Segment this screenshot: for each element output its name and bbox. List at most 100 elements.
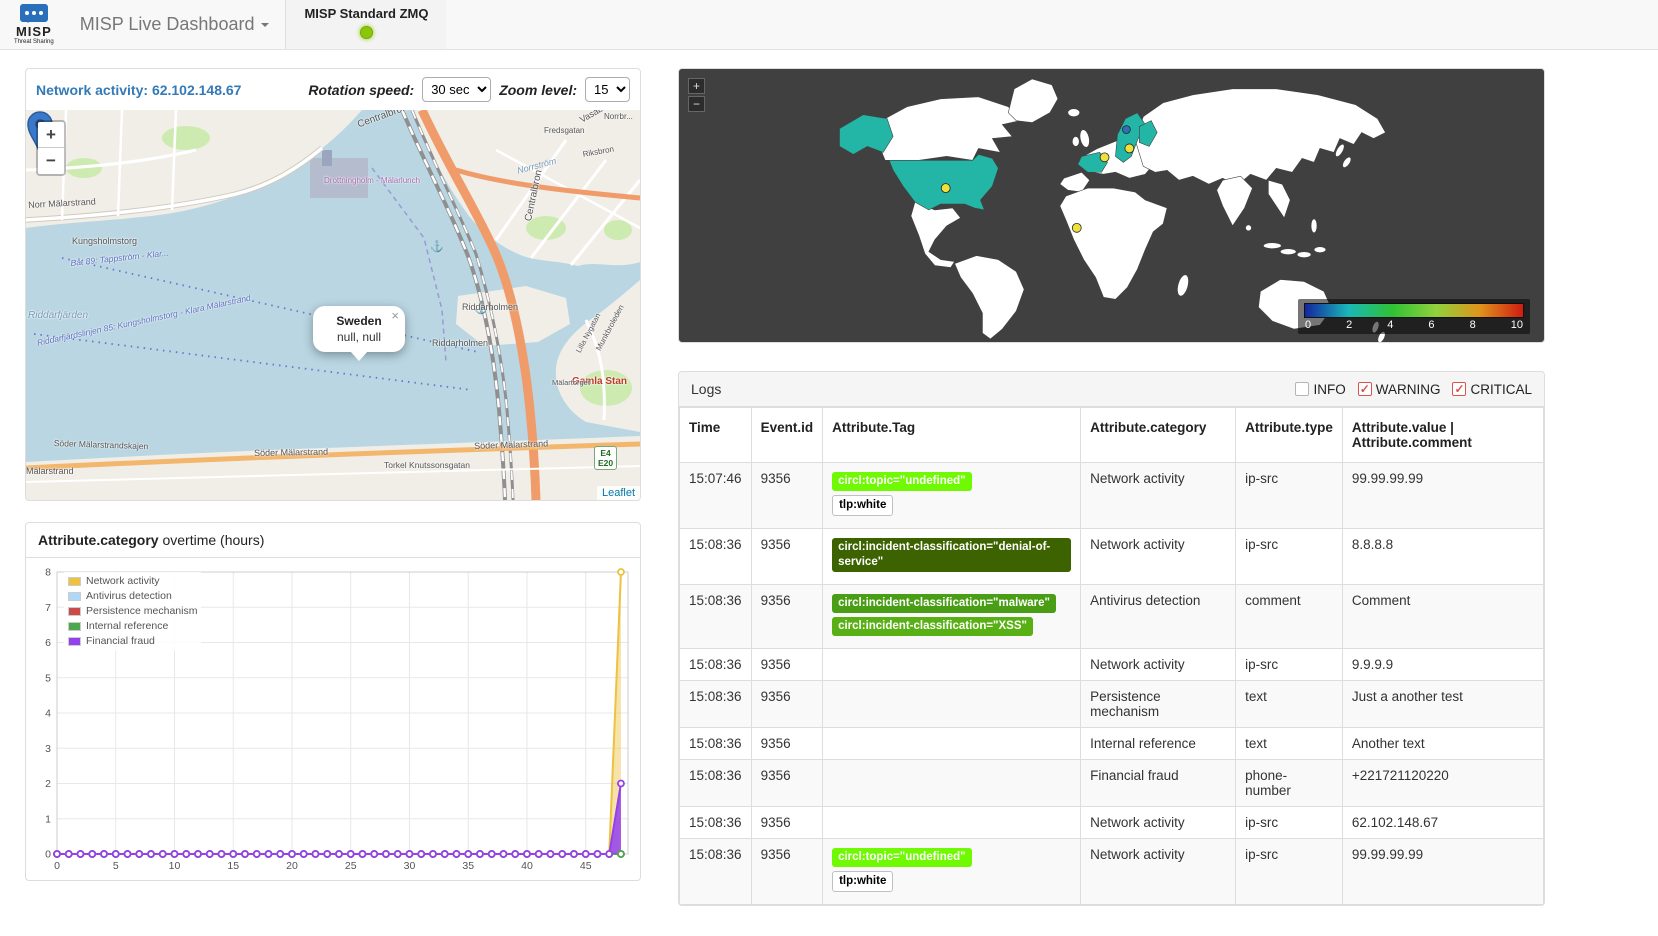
world-zoom-in-button[interactable]: + [688,78,705,94]
cell-tags [823,680,1081,727]
cell-category: Persistence mechanism [1081,680,1236,727]
legend-tick: 4 [1387,319,1393,331]
table-row: 15:08:369356Network activityip-src9.9.9.… [680,648,1544,680]
cell-tags [823,806,1081,838]
legend-entry: Antivirus detection [68,589,197,604]
cell-type: ip-src [1236,463,1343,529]
logs-table: TimeEvent.idAttribute.TagAttribute.categ… [679,407,1544,905]
map-label: Fredsgatan [544,126,584,135]
cell-tags: circl:topic="undefined"tlp:white [823,463,1081,529]
svg-text:20: 20 [286,860,298,872]
zoom-level-select[interactable]: 15 [585,77,630,102]
table-row: 15:08:369356Internal referencetextAnothe… [680,727,1544,759]
cell-value: 62.102.148.67 [1342,806,1543,838]
svg-text:30: 30 [404,860,416,872]
checkbox-unchecked-icon[interactable] [1295,382,1309,396]
popup-close-icon[interactable]: × [391,308,399,323]
rotation-speed-select[interactable]: 30 sec [422,77,491,102]
logs-panel: Logs INFO✓WARNING✓CRITICAL TimeEvent.idA… [678,371,1545,906]
legend-swatch [68,577,81,586]
cell-time: 15:08:36 [680,680,752,727]
cell-type: ip-src [1236,648,1343,680]
main-content: Network activity: 62.102.148.67 Rotation… [0,50,1658,906]
cell-type: phone-number [1236,759,1343,806]
cell-event-id: 9356 [751,648,823,680]
road-badge-e4-e20: E4 E20 [594,446,617,470]
legend-tick: 6 [1428,319,1434,331]
leaflet-attribution[interactable]: Leaflet [597,486,640,500]
dashboard-menu[interactable]: MISP Live Dashboard [64,0,286,49]
checkbox-checked-icon[interactable]: ✓ [1358,382,1372,396]
cell-event-id: 9356 [751,806,823,838]
cell-value: Just a another test [1342,680,1543,727]
event-dot [1125,144,1134,153]
filter-warning[interactable]: ✓ WARNING [1358,382,1441,397]
filter-critical[interactable]: ✓ CRITICAL [1452,382,1532,397]
cell-type: ip-src [1236,806,1343,838]
road-badge-e4: E4 [598,448,613,458]
cell-event-id: 9356 [751,584,823,648]
map-label: Riddarholmen [462,302,518,312]
cell-event-id: 9356 [751,463,823,529]
chart-title-rest: overtime (hours) [159,532,265,548]
popup-coordinates: null, null [319,330,399,344]
svg-text:1: 1 [45,813,51,825]
cell-category: Network activity [1081,463,1236,529]
zmq-label: MISP Standard ZMQ [304,6,428,21]
svg-text:15: 15 [227,860,239,872]
legend-gradient-bar [1304,303,1524,318]
logs-header: Logs INFO✓WARNING✓CRITICAL [679,372,1544,407]
cell-time: 15:08:36 [680,806,752,838]
cell-tags [823,727,1081,759]
misp-logo-icon [20,4,48,22]
column-header: Attribute.type [1236,408,1343,463]
attribute-tag: tlp:white [832,871,893,892]
svg-text:⚓: ⚓ [430,240,444,253]
map-panel-header: Network activity: 62.102.148.67 Rotation… [26,69,640,110]
log-filters: INFO ✓ WARNING ✓ CRITICAL [1295,382,1532,397]
cell-time: 15:08:36 [680,838,752,904]
map-label: Riddarfjärden [28,310,88,321]
network-activity-title: Network activity: 62.102.148.67 [36,82,241,98]
legend-entry: Internal reference [68,619,197,634]
cell-tags [823,759,1081,806]
legend-swatch [68,592,81,601]
cell-event-id: 9356 [751,727,823,759]
legend-swatch [68,607,81,616]
svg-text:35: 35 [462,860,474,872]
cell-time: 15:08:36 [680,727,752,759]
svg-text:5: 5 [113,860,119,872]
road-badge-e20: E20 [598,458,613,468]
network-activity-label: Network activity: [36,82,148,98]
cell-value: +221721120220 [1342,759,1543,806]
world-zoom-out-button[interactable]: − [688,96,705,112]
attribute-tag: circl:topic="undefined" [832,848,972,867]
logo-subtitle: Threat Sharing [14,39,54,45]
cell-time: 15:08:36 [680,759,752,806]
world-map-panel[interactable]: + − [678,68,1545,343]
svg-text:6: 6 [45,637,51,649]
cell-value: Comment [1342,584,1543,648]
misp-brand[interactable]: MISP Threat Sharing [0,0,64,49]
svg-text:10: 10 [169,860,181,872]
legend-swatch [68,637,81,646]
legend-entry: Financial fraud [68,634,197,649]
svg-text:8: 8 [45,567,51,579]
filter-label: CRITICAL [1470,382,1532,397]
legend-label: Internal reference [86,619,168,634]
filter-info[interactable]: INFO [1295,382,1345,397]
zoom-in-button[interactable]: + [38,122,64,148]
rotation-speed-label: Rotation speed: [308,82,414,98]
cell-tags [823,648,1081,680]
cell-category: Network activity [1081,838,1236,904]
event-dot [1100,153,1109,162]
network-activity-ip: 62.102.148.67 [152,82,242,98]
logs-table-body: 15:07:469356circl:topic="undefined"tlp:w… [680,463,1544,905]
cell-type: text [1236,680,1343,727]
svg-text:45: 45 [580,860,592,872]
filter-label: WARNING [1376,382,1441,397]
stockholm-map[interactable]: ⚓ ⚓ CentralbronCentralbronVasabronFredsg… [26,110,640,500]
cell-category: Network activity [1081,528,1236,584]
checkbox-checked-icon[interactable]: ✓ [1452,382,1466,396]
zoom-out-button[interactable]: − [38,148,64,174]
